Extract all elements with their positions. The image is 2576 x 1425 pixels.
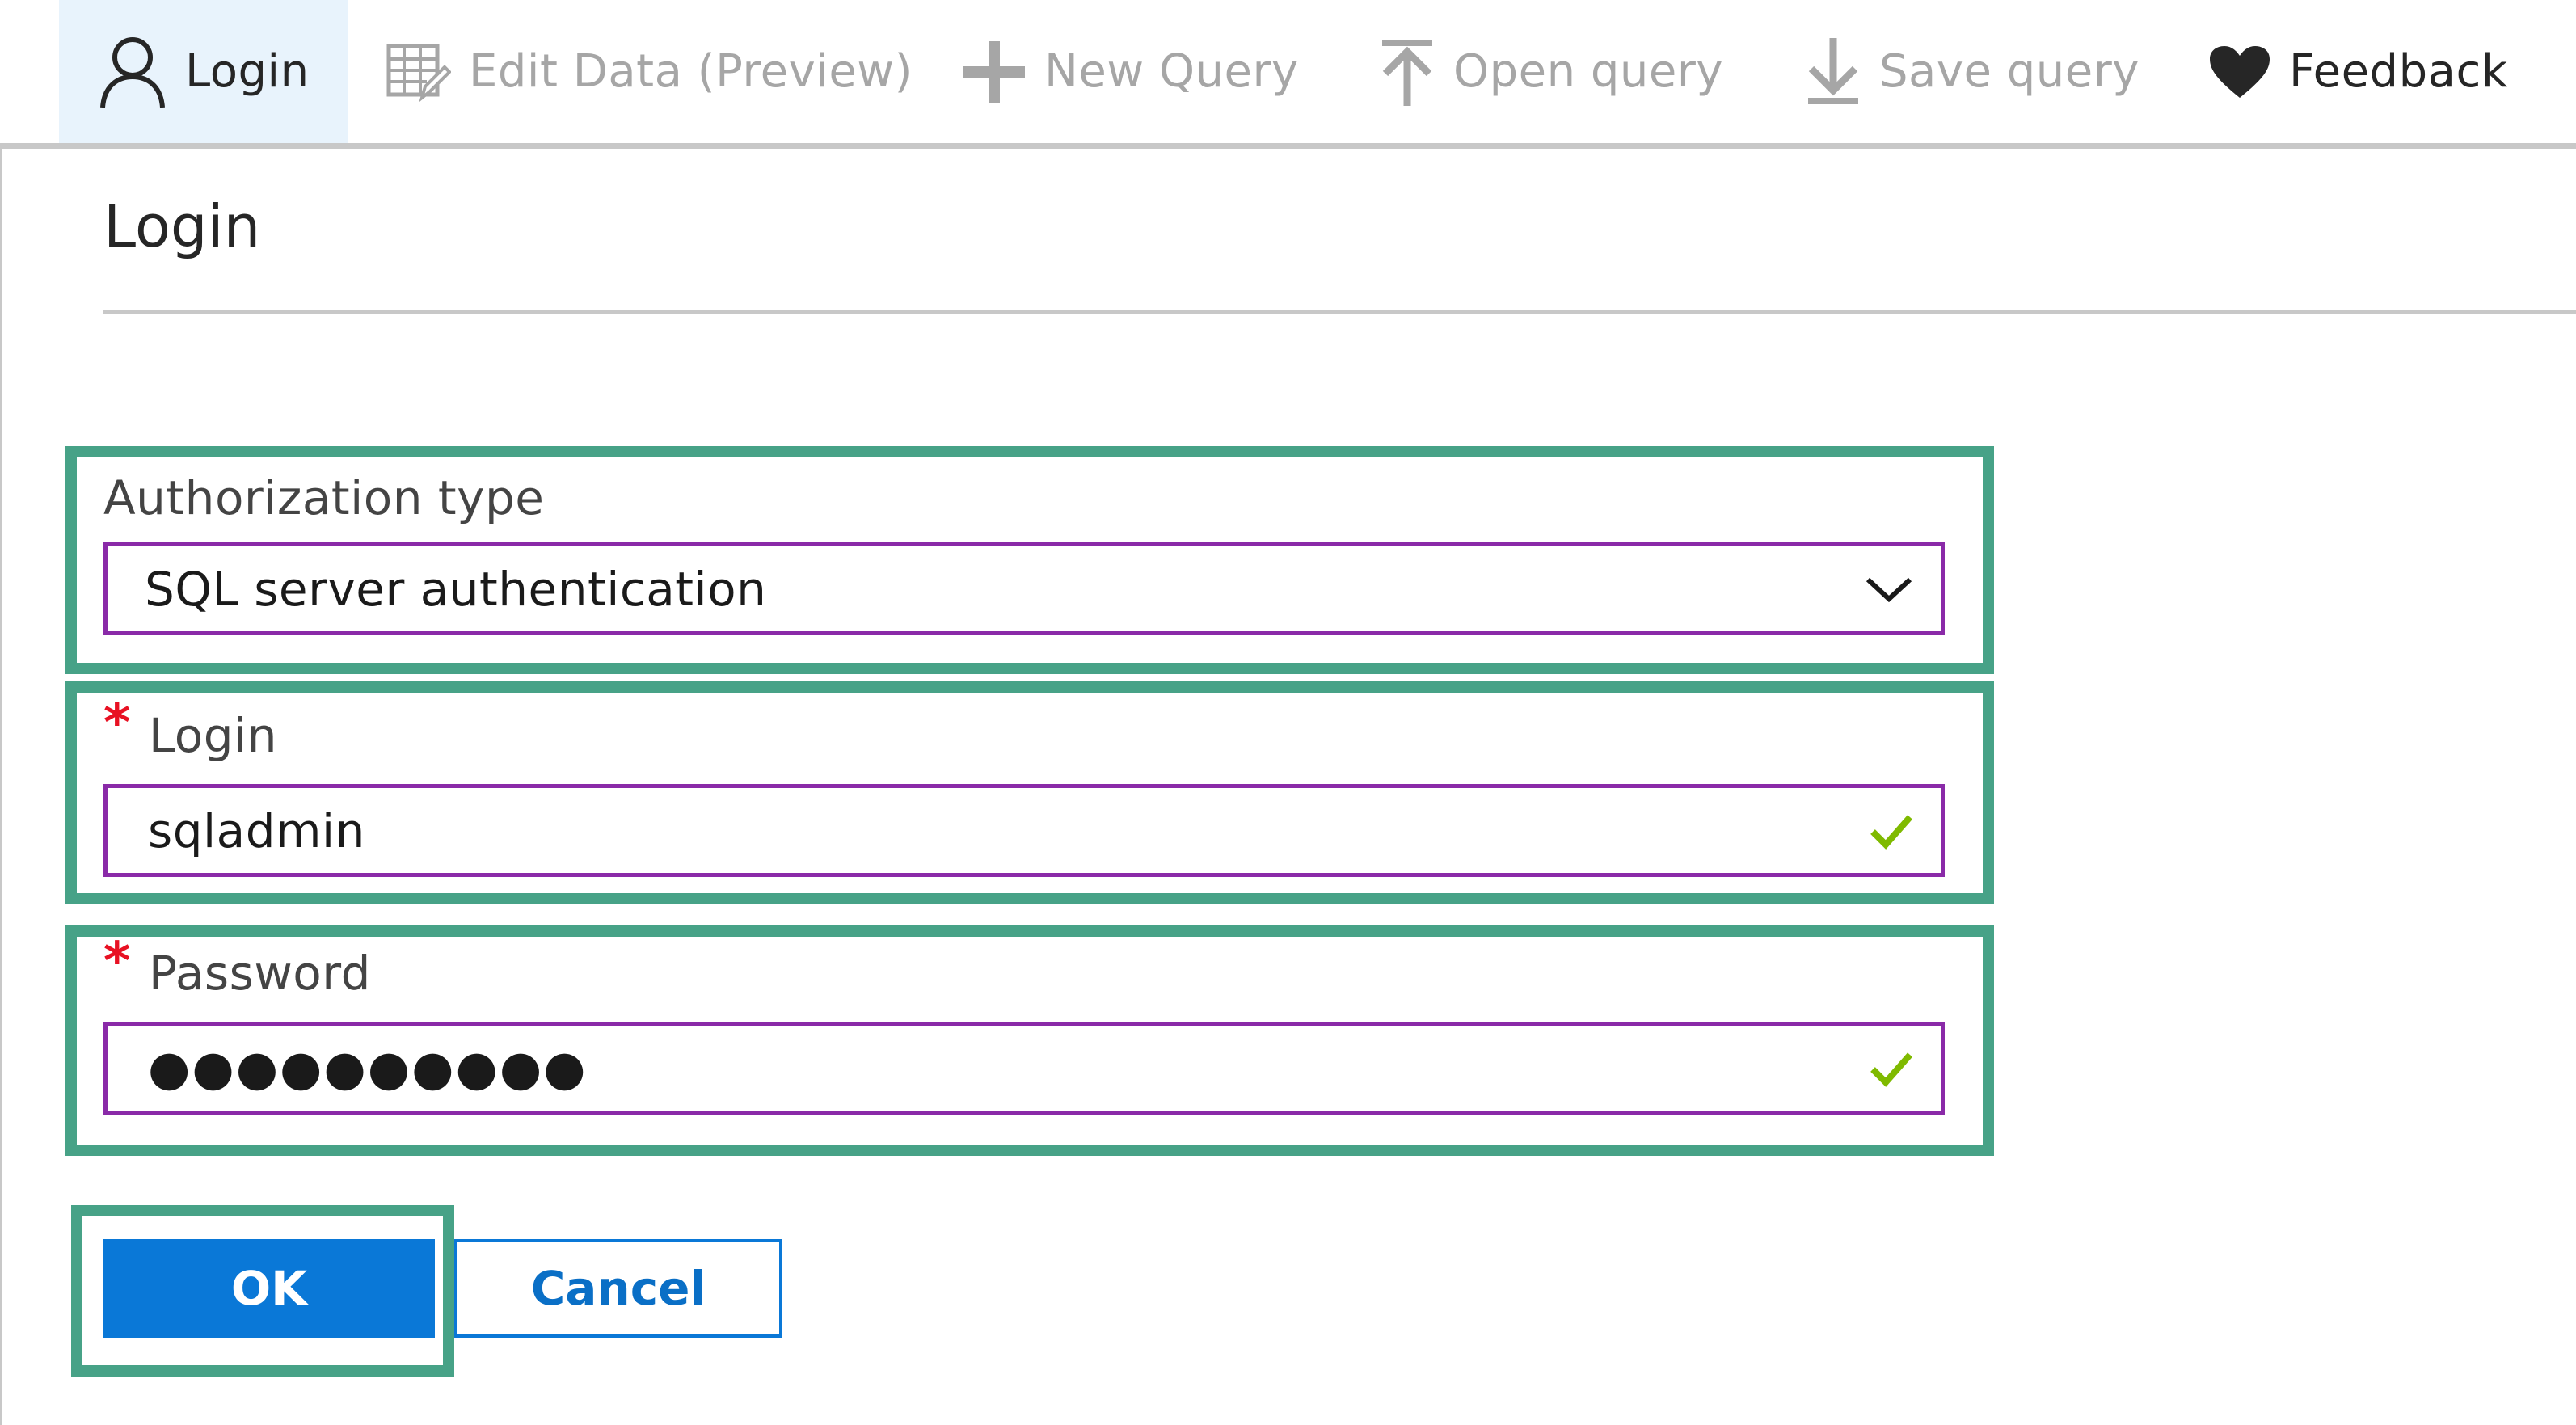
toolbar-login-label: Login (185, 45, 310, 98)
toolbar-edit-data-label: Edit Data (Preview) (469, 45, 913, 98)
toolbar-open-query-button[interactable]: Open query (1379, 0, 1723, 143)
upload-arrow-icon (1379, 38, 1436, 106)
toolbar-login-button[interactable]: Login (59, 0, 348, 143)
toolbar-divider (0, 143, 2576, 149)
heart-icon (2208, 44, 2271, 99)
ok-button[interactable]: OK (103, 1239, 435, 1338)
password-value: ●●●●●●●●●● (148, 1039, 588, 1097)
password-required-marker: * (103, 932, 131, 992)
download-arrow-icon (1805, 37, 1861, 106)
cancel-button[interactable]: Cancel (454, 1239, 782, 1338)
plus-icon (962, 40, 1027, 104)
login-label: Login (149, 708, 277, 763)
toolbar-open-query-label: Open query (1453, 45, 1724, 98)
page-title: Login (103, 192, 261, 260)
password-field[interactable]: ●●●●●●●●●● (103, 1022, 1945, 1115)
user-icon (98, 35, 167, 109)
password-label: Password (149, 946, 371, 1001)
toolbar-feedback-label: Feedback (2289, 45, 2508, 98)
command-bar: Login Edit Data (Preview) New Query Open… (0, 0, 2576, 143)
toolbar-new-query-button[interactable]: New Query (962, 0, 1299, 143)
toolbar-edit-data-button[interactable]: Edit Data (Preview) (386, 0, 913, 143)
checkmark-icon (1870, 1050, 1913, 1087)
login-required-marker: * (103, 694, 131, 753)
auth-type-label: Authorization type (103, 470, 545, 525)
toolbar-feedback-button[interactable]: Feedback (2208, 0, 2508, 143)
toolbar-new-query-label: New Query (1044, 45, 1299, 98)
blade-border (0, 149, 2, 1425)
login-field[interactable]: sqladmin (103, 784, 1945, 877)
chevron-down-icon (1865, 575, 1913, 604)
auth-type-value: SQL server authentication (145, 561, 767, 617)
login-blade: Login Edit Data (Preview) New Query Open… (0, 0, 2576, 1425)
login-value: sqladmin (148, 803, 365, 858)
toolbar-save-query-button[interactable]: Save query (1805, 0, 2140, 143)
title-divider (103, 310, 2576, 314)
edit-table-icon (386, 41, 451, 103)
auth-type-dropdown[interactable]: SQL server authentication (103, 542, 1945, 635)
checkmark-icon (1870, 812, 1913, 850)
toolbar-save-query-label: Save query (1879, 45, 2140, 98)
